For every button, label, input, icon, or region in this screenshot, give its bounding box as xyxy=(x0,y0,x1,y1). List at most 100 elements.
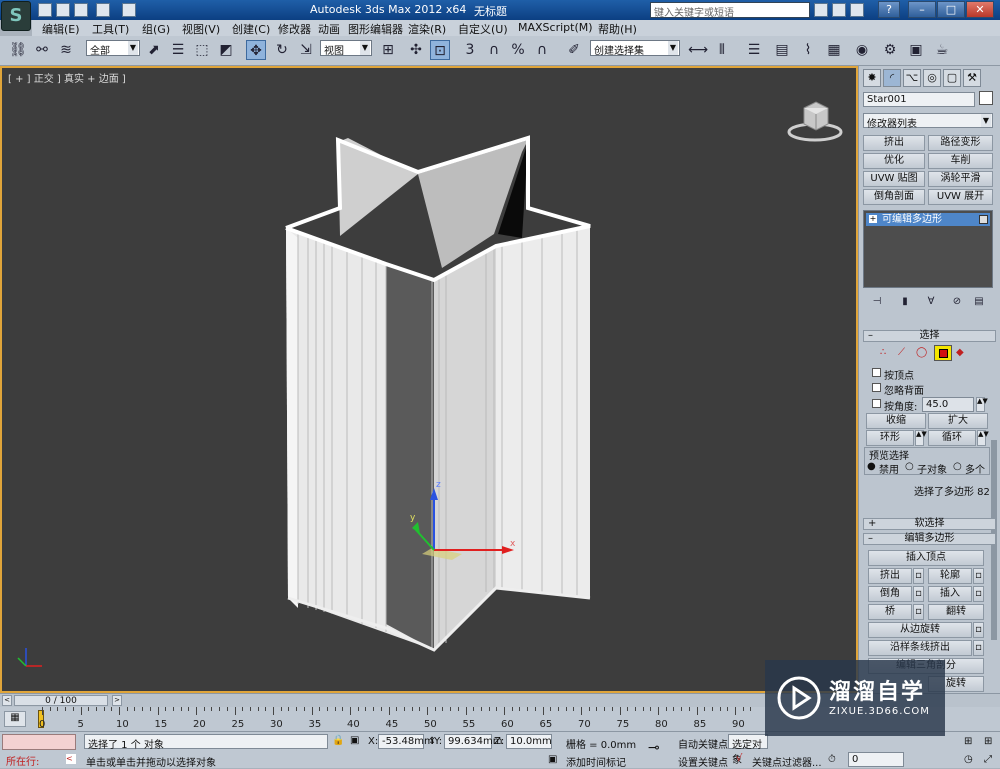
bridge-button[interactable]: 桥 xyxy=(868,604,912,620)
render-production-icon[interactable]: ☕ xyxy=(932,40,952,60)
select-rotate-icon[interactable]: ↻ xyxy=(272,40,292,60)
window-crossing-icon[interactable]: ◩ xyxy=(216,40,236,60)
maxscript-listener[interactable] xyxy=(2,734,76,750)
hinge-settings-icon[interactable]: ▫ xyxy=(973,622,984,638)
menu-views[interactable]: 视图(V) xyxy=(182,21,220,37)
pivot-center-icon[interactable]: ⊞ xyxy=(378,40,398,60)
extrude-spline-settings-icon[interactable]: ▫ xyxy=(973,640,984,656)
help-button[interactable]: ? xyxy=(878,1,900,18)
pin-stack-icon[interactable]: ⊣ xyxy=(870,292,884,307)
render-setup-icon[interactable]: ⚙ xyxy=(880,40,900,60)
element-mode-icon[interactable]: ◆ xyxy=(956,347,964,358)
key-selection-dropdown[interactable]: 选定对象 xyxy=(728,734,768,766)
inset-button[interactable]: 插入 xyxy=(928,586,972,602)
extrude-quick-button[interactable]: 挤出 xyxy=(863,135,925,151)
star-icon[interactable] xyxy=(850,3,864,17)
maximize-button[interactable]: □ xyxy=(937,1,965,18)
extrude-along-spline-button[interactable]: 沿样条线挤出 xyxy=(868,640,972,656)
selection-rollout-header[interactable]: – 选择 xyxy=(863,330,996,342)
menu-maxscript[interactable]: MAXScript(M) xyxy=(518,21,593,34)
extrude-button[interactable]: 挤出 xyxy=(868,568,912,584)
time-tag-icon[interactable]: ▣ xyxy=(548,754,557,765)
menu-edit[interactable]: 编辑(E) xyxy=(42,21,80,37)
flip-button[interactable]: 翻转 xyxy=(928,604,984,620)
auto-key-label[interactable]: 自动关键点 xyxy=(678,736,728,751)
close-button[interactable]: ✕ xyxy=(966,1,994,18)
time-config-icon[interactable]: ⏱ xyxy=(828,754,836,765)
vertex-mode-icon[interactable]: ∴ xyxy=(880,347,886,358)
insert-vertex-button[interactable]: 插入顶点 xyxy=(868,550,984,566)
menu-rendering[interactable]: 渲染(R) xyxy=(408,21,446,37)
set-key-label[interactable]: 设置关键点 xyxy=(678,754,728,769)
spinner-snap-icon[interactable]: ∩ xyxy=(532,40,552,60)
modifier-list-dropdown[interactable]: 修改器列表 ▼ xyxy=(863,113,993,130)
keyboard-shortcut-icon[interactable]: ⊡ xyxy=(430,40,450,60)
menu-animation[interactable]: 动画 xyxy=(318,21,340,37)
select-by-name-icon[interactable]: ☰ xyxy=(168,40,188,60)
menu-customize[interactable]: 自定义(U) xyxy=(458,21,508,37)
rect-selection-icon[interactable]: ⬚ xyxy=(192,40,212,60)
absolute-mode-icon[interactable]: ▣ xyxy=(350,735,359,746)
named-selection-dropdown[interactable]: 创建选择集 ▼ xyxy=(590,40,680,57)
angle-snap-icon[interactable]: ∩ xyxy=(484,40,504,60)
bridge-settings-icon[interactable]: ▫ xyxy=(913,604,924,620)
configure-sets-icon[interactable]: ▤ xyxy=(972,292,986,307)
viewcube[interactable] xyxy=(786,94,844,142)
snaps-toggle-icon[interactable]: 3 xyxy=(460,40,480,60)
bevel-button[interactable]: 倒角 xyxy=(868,586,912,602)
remove-modifier-icon[interactable]: ⊘ xyxy=(950,292,964,307)
select-scale-icon[interactable]: ⇲ xyxy=(296,40,316,60)
utilities-tab-icon[interactable]: ⚒ xyxy=(963,69,981,87)
polygon-mode-icon[interactable] xyxy=(934,345,952,361)
soft-selection-rollout-header[interactable]: + 软选择 xyxy=(863,518,996,530)
edit-polygons-rollout-header[interactable]: – 编辑多边形 xyxy=(863,533,996,545)
ring-spinner[interactable]: ▲▼ xyxy=(915,430,927,446)
select-move-icon[interactable]: ✥ xyxy=(246,40,266,60)
menu-graph-editors[interactable]: 图形编辑器 xyxy=(348,21,403,37)
save-file-icon[interactable] xyxy=(74,3,88,17)
orbit-icon[interactable]: ◷ xyxy=(964,754,973,765)
loop-button[interactable]: 循环 xyxy=(928,430,976,446)
x-coordinate-field[interactable]: -53.48mm xyxy=(378,734,434,749)
unwrap-uvw-quick-button[interactable]: UVW 展开 xyxy=(928,189,993,205)
by-vertex-checkbox[interactable] xyxy=(872,368,881,377)
align-icon[interactable]: ⫴ xyxy=(712,40,732,60)
outline-button[interactable]: 轮廓 xyxy=(928,568,972,584)
turbosmooth-quick-button[interactable]: 涡轮平滑 xyxy=(928,171,993,187)
undo-icon[interactable] xyxy=(96,3,110,17)
inset-settings-icon[interactable]: ▫ xyxy=(973,586,984,602)
time-prev-icon[interactable]: < xyxy=(2,695,12,706)
ring-button[interactable]: 环形 xyxy=(866,430,914,446)
loop-spinner[interactable]: ▲▼ xyxy=(977,430,989,446)
key-filters-button[interactable]: 关键点过滤器... xyxy=(752,754,822,769)
stack-toggle-icon[interactable] xyxy=(979,215,988,224)
display-tab-icon[interactable]: ▢ xyxy=(943,69,961,87)
rendered-frame-icon[interactable]: ▣ xyxy=(906,40,926,60)
make-unique-icon[interactable]: ∀ xyxy=(924,292,938,307)
minimize-button[interactable]: – xyxy=(908,1,936,18)
angle-spinner[interactable]: ▲▼ xyxy=(976,397,988,412)
bind-space-warp-icon[interactable]: ≋ xyxy=(56,40,76,60)
frame-counter[interactable]: 0 / 100 xyxy=(14,695,108,706)
selection-filter-dropdown[interactable]: 全部 ▼ xyxy=(86,40,140,57)
new-file-icon[interactable] xyxy=(38,3,52,17)
menu-tools[interactable]: 工具(T) xyxy=(92,21,129,37)
star-object[interactable] xyxy=(285,135,591,652)
select-object-icon[interactable]: ⬈ xyxy=(144,40,164,60)
stack-item-editable-poly[interactable]: + 可编辑多边形 xyxy=(866,213,990,226)
open-file-icon[interactable] xyxy=(56,3,70,17)
link-icon[interactable]: ⛓ xyxy=(8,40,28,60)
preview-subobj-radio[interactable]: ○ xyxy=(905,461,914,472)
time-next-icon[interactable]: > xyxy=(112,695,122,706)
ignore-backfacing-checkbox[interactable] xyxy=(872,383,881,392)
search-icon[interactable] xyxy=(814,3,828,17)
zoom-all-icon[interactable]: ⊞ xyxy=(984,736,992,747)
by-angle-checkbox[interactable] xyxy=(872,399,881,408)
shrink-button[interactable]: 收缩 xyxy=(866,413,926,429)
hinge-from-edge-button[interactable]: 从边旋转 xyxy=(868,622,972,638)
outline-settings-icon[interactable]: ▫ xyxy=(973,568,984,584)
unlink-icon[interactable]: ⚯ xyxy=(32,40,52,60)
perspective-viewport[interactable]: [ + ] 正交 ] 真实 + 边面 ] z y x xyxy=(0,66,858,693)
menu-create[interactable]: 创建(C) xyxy=(232,21,270,37)
bevel-profile-quick-button[interactable]: 倒角剖面 xyxy=(863,189,925,205)
